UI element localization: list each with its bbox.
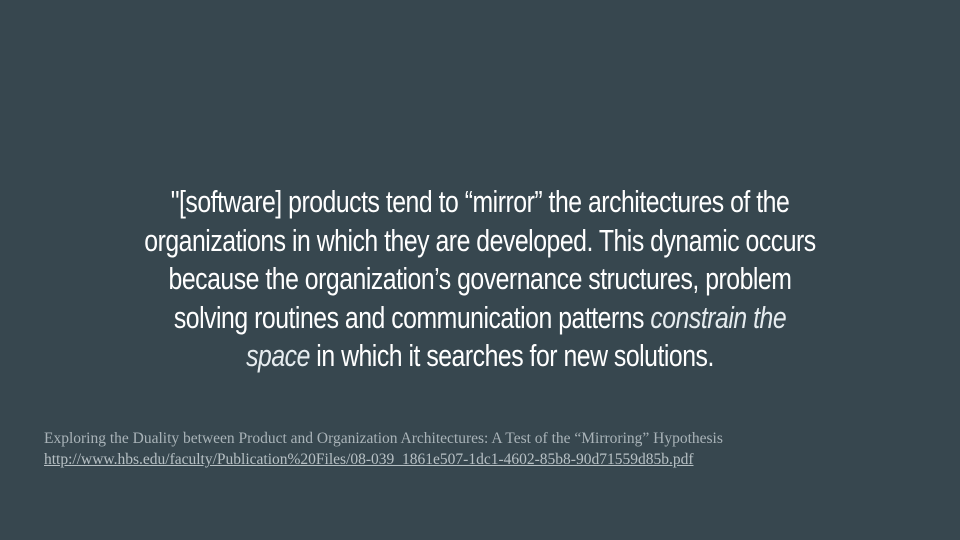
quote-line-5-text: in which it searches for new solutions. xyxy=(309,338,714,373)
quote-line-3: because the organization’s governance st… xyxy=(168,261,792,296)
quote-line-4-text: solving routines and communication patte… xyxy=(173,299,651,335)
quote-line-2: organizations in which they are develope… xyxy=(144,222,816,258)
quote-emphasis-2: space xyxy=(246,338,310,373)
quote-line-5: space in which it searches for new solut… xyxy=(128,337,832,376)
citation-title: Exploring the Duality between Product an… xyxy=(44,430,723,447)
quote-emphasis-1: constrain the xyxy=(650,299,787,335)
quote-line-4: solving routines and communication patte… xyxy=(128,299,832,338)
slide: "[software] products tend to “mirror” th… xyxy=(0,0,960,540)
quote-line-1: "[software] products tend to “mirror” th… xyxy=(170,184,790,219)
citation-link[interactable]: http://www.hbs.edu/faculty/Publication%2… xyxy=(44,449,694,470)
quote-text: "[software] products tend to “mirror” th… xyxy=(128,183,832,376)
citation: Exploring the Duality between Product an… xyxy=(44,428,924,470)
